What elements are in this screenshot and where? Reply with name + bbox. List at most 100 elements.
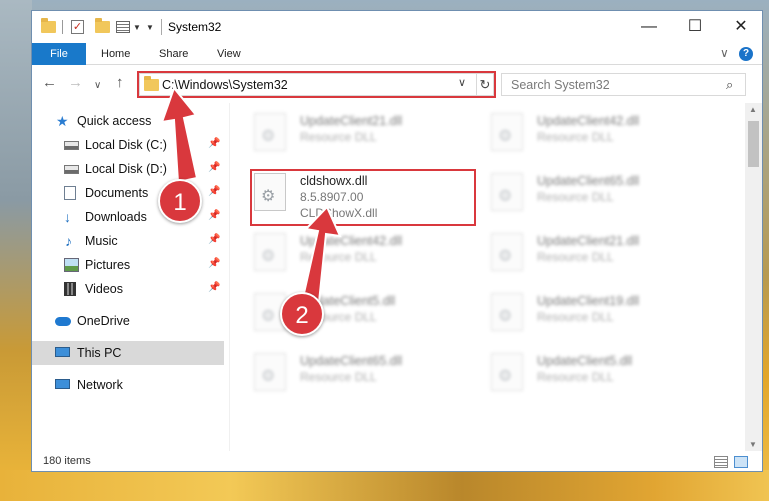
dll-file-icon (491, 293, 523, 331)
new-folder-icon[interactable] (95, 18, 110, 36)
dll-file-icon (254, 353, 286, 391)
back-button[interactable]: ← (42, 73, 57, 93)
file-item[interactable]: UpdateClient19.dll Resource DLL (491, 291, 711, 337)
tab-file[interactable]: File (32, 43, 86, 65)
file-name: UpdateClient5.dll (537, 354, 633, 368)
dll-file-icon (491, 113, 523, 151)
search-box[interactable]: Search System32 ⌕ (501, 73, 746, 96)
sidebar-item-label: Music (85, 234, 118, 248)
minimize-button[interactable]: — (626, 11, 672, 43)
help-icon[interactable]: ? (739, 47, 753, 61)
file-type: Resource DLL (537, 370, 614, 384)
file-name: UpdateClient42.dll (537, 114, 640, 128)
sidebar-item-videos[interactable]: Videos 📌 (32, 277, 229, 301)
customize-dropdown-icon[interactable]: ▼ (133, 18, 141, 36)
file-type: Resource DLL (537, 310, 614, 324)
title-bar: ✓ ▼ ▼ System32 — ☐ ✕ (32, 11, 762, 43)
sidebar-item-music[interactable]: ♪ Music 📌 (32, 229, 229, 253)
sidebar-item-local-disk-c[interactable]: Local Disk (C:) 📌 (32, 133, 229, 157)
search-placeholder[interactable]: Search System32 (511, 78, 610, 92)
customize-icon[interactable] (116, 18, 130, 36)
sidebar-item-label: Documents (85, 186, 149, 200)
address-highlight-box (137, 71, 496, 98)
file-item[interactable]: UpdateClient42.dll Resource DLL (491, 111, 711, 157)
tab-share[interactable]: Share (159, 43, 188, 65)
file-name: UpdateClient21.dll (300, 114, 403, 128)
pin-icon[interactable]: 📌 (208, 258, 220, 269)
sidebar-item-label: Network (77, 378, 123, 392)
scroll-up-arrow-icon[interactable]: ▲ (749, 105, 757, 114)
desktop-wallpaper-left (0, 0, 32, 501)
properties-check-icon[interactable]: ✓ (71, 18, 84, 36)
ribbon-tabs: File Home Share View ∨ ? (32, 43, 762, 65)
pin-icon[interactable]: 📌 (208, 162, 220, 173)
file-name: UpdateClient21.dll (537, 234, 640, 248)
expand-ribbon-icon[interactable]: ∨ (720, 46, 729, 60)
pin-icon[interactable]: 📌 (208, 282, 220, 293)
sidebar-item-network[interactable]: Network (32, 373, 229, 397)
file-type: Resource DLL (300, 130, 377, 144)
music-icon: ♪ (65, 233, 72, 249)
tab-view[interactable]: View (217, 43, 241, 65)
pc-icon (55, 347, 70, 357)
dll-file-icon (491, 173, 523, 211)
file-type: Resource DLL (537, 250, 614, 264)
folder-icon (41, 18, 56, 36)
file-type: Resource DLL (537, 190, 614, 204)
pictures-icon (64, 258, 79, 272)
pin-icon[interactable]: 📌 (208, 210, 220, 221)
toolbar-chevron-icon[interactable]: ▼ (146, 18, 154, 36)
file-explorer-window: ✓ ▼ ▼ System32 — ☐ ✕ File Home Share Vie… (31, 10, 763, 472)
file-item[interactable]: UpdateClient65.dll Resource DLL (254, 351, 474, 397)
large-icons-view-icon[interactable] (734, 456, 748, 468)
status-bar: 180 items (32, 451, 762, 471)
download-icon: ↓ (64, 209, 71, 225)
forward-button[interactable]: → (68, 73, 83, 93)
sidebar-item-label: Local Disk (D:) (85, 162, 167, 176)
file-item[interactable]: UpdateClient21.dll Resource DLL (254, 111, 474, 157)
toolbar-divider (62, 20, 63, 34)
disk-icon (64, 165, 79, 174)
star-icon: ★ (56, 113, 69, 129)
sidebar-item-label: Pictures (85, 258, 131, 272)
sidebar-item-local-disk-d[interactable]: Local Disk (D:) 📌 (32, 157, 229, 181)
sidebar-item-label: Quick access (77, 114, 152, 128)
sidebar-item-label: Downloads (85, 210, 147, 224)
file-item[interactable]: UpdateClient21.dll Resource DLL (491, 231, 711, 277)
sidebar-item-onedrive[interactable]: OneDrive (32, 309, 229, 333)
details-view-icon[interactable] (714, 456, 728, 468)
sidebar-item-pictures[interactable]: Pictures 📌 (32, 253, 229, 277)
scroll-down-arrow-icon[interactable]: ▼ (749, 440, 757, 449)
sidebar-item-quick-access[interactable]: ★ Quick access (32, 109, 229, 133)
maximize-button[interactable]: ☐ (672, 11, 718, 43)
vertical-scrollbar[interactable]: ▲ ▼ (745, 103, 762, 451)
documents-icon (64, 186, 76, 200)
pin-icon[interactable]: 📌 (208, 234, 220, 245)
recent-locations-button[interactable]: ∨ (94, 76, 101, 96)
tab-home[interactable]: Home (101, 43, 130, 65)
file-type: Resource DLL (300, 370, 377, 384)
file-name: UpdateClient19.dll (537, 294, 640, 308)
file-item[interactable]: UpdateClient5.dll Resource DLL (491, 351, 711, 397)
onedrive-icon (55, 317, 71, 326)
scrollbar-thumb[interactable] (748, 121, 759, 167)
pin-icon[interactable]: 📌 (208, 138, 220, 149)
close-button[interactable]: ✕ (718, 11, 762, 43)
file-list: UpdateClient21.dll Resource DLL cldshowx… (230, 103, 745, 451)
dll-file-icon (491, 233, 523, 271)
search-icon[interactable]: ⌕ (726, 77, 733, 93)
navigation-bar: ← → ∨ ↑ C:\Windows\System32 ∨ ↻ Search S… (32, 65, 762, 103)
navigation-pane: ★ Quick access Local Disk (C:) 📌 Local D… (32, 103, 229, 451)
sidebar-item-this-pc[interactable]: This PC (32, 341, 224, 365)
step-2-badge: 2 (280, 292, 324, 336)
file-name: UpdateClient65.dll (300, 354, 403, 368)
title-divider (161, 19, 162, 35)
file-item[interactable]: UpdateClient65.dll Resource DLL (491, 171, 711, 217)
file-item[interactable]: UpdateClient42.dll Resource DLL (254, 231, 474, 277)
sidebar-item-label: OneDrive (77, 314, 130, 328)
dll-file-icon (254, 113, 286, 151)
sidebar-item-label: Local Disk (C:) (85, 138, 167, 152)
step-1-badge: 1 (158, 179, 202, 223)
pin-icon[interactable]: 📌 (208, 186, 220, 197)
up-button[interactable]: ↑ (116, 73, 124, 93)
